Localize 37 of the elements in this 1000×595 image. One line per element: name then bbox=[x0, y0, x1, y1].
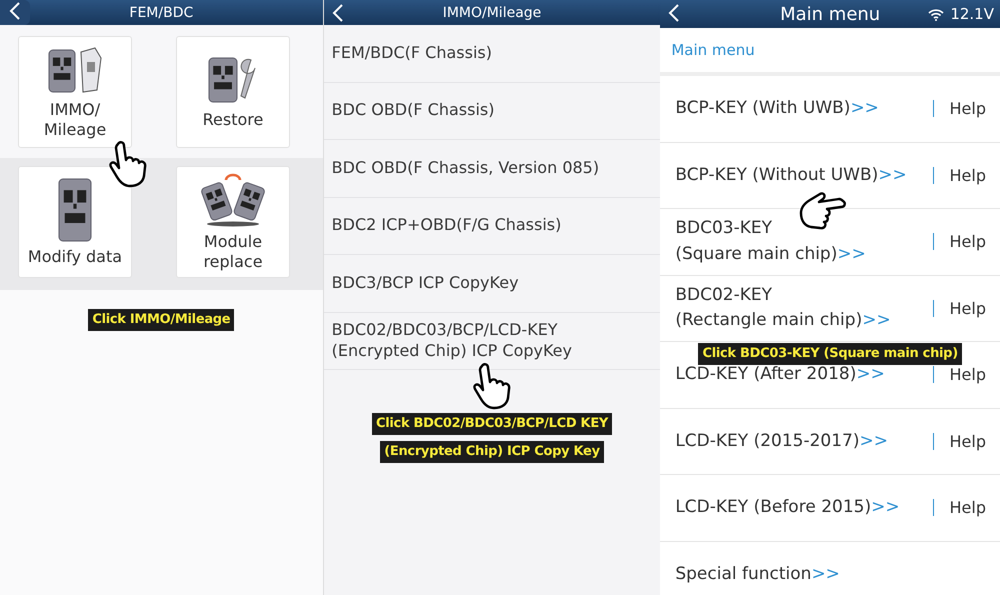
menu-item[interactable]: LCD-KEY (2015-2017)>> bbox=[675, 428, 932, 454]
menu-item[interactable]: BCP-KEY (Without UWB)>> bbox=[675, 162, 932, 188]
chevron-left-icon bbox=[9, 1, 21, 21]
menu-tile[interactable]: Module replace bbox=[176, 166, 290, 278]
tile-label: Restore bbox=[202, 110, 264, 130]
key-fob-drawing bbox=[200, 172, 266, 228]
menu-tile[interactable]: Restore bbox=[176, 36, 290, 148]
tile-label: IMMO/ Mileage bbox=[44, 100, 106, 140]
screen-title: Main menu bbox=[780, 4, 880, 24]
tile-label: Module replace bbox=[203, 232, 263, 272]
help-link[interactable]: Help bbox=[950, 99, 986, 118]
menu-tile[interactable]: IMMO/ Mileage bbox=[18, 36, 132, 148]
instruction-caption: Click IMMO/Mileage bbox=[88, 309, 234, 332]
menu-item[interactable]: BDC03-KEY (Square main chip)>> bbox=[675, 216, 932, 268]
help-link[interactable]: Help bbox=[950, 298, 986, 318]
menu-item[interactable]: Special function>> bbox=[675, 562, 986, 587]
help-link[interactable]: Help bbox=[950, 365, 986, 384]
back-button[interactable] bbox=[0, 0, 30, 25]
voltage-reading: 12.1V bbox=[950, 5, 994, 23]
help-link[interactable]: Help bbox=[950, 232, 986, 252]
breadcrumb: Main menu bbox=[660, 28, 1000, 76]
help-link[interactable]: Help bbox=[950, 498, 986, 518]
instruction-caption: (Encrypted Chip) ICP Copy Key bbox=[380, 441, 604, 464]
instruction-caption: Click BDC03-KEY (Square main chip) bbox=[698, 343, 962, 366]
wifi-icon bbox=[928, 8, 944, 20]
screen-title: FEM/BDC bbox=[129, 4, 194, 20]
help-link[interactable]: Help bbox=[950, 432, 986, 451]
menu-tile[interactable]: Modify data bbox=[18, 166, 132, 278]
menu-item[interactable]: LCD-KEY (Before 2015)>> bbox=[675, 495, 932, 520]
tile-label: Modify data bbox=[28, 247, 122, 267]
instruction-caption: Click BDC02/BDC03/BCP/LCD KEY bbox=[372, 413, 612, 436]
help-link[interactable]: Help bbox=[950, 166, 986, 185]
chevron-left-icon bbox=[668, 3, 680, 23]
menu-item[interactable]: BDC02-KEY (Rectangle main chip)>> bbox=[675, 282, 932, 334]
screen-title: IMMO/Mileage bbox=[442, 4, 542, 20]
menu-item[interactable]: BCP-KEY (With UWB)>> bbox=[675, 96, 932, 122]
chevron-left-icon bbox=[332, 3, 344, 23]
